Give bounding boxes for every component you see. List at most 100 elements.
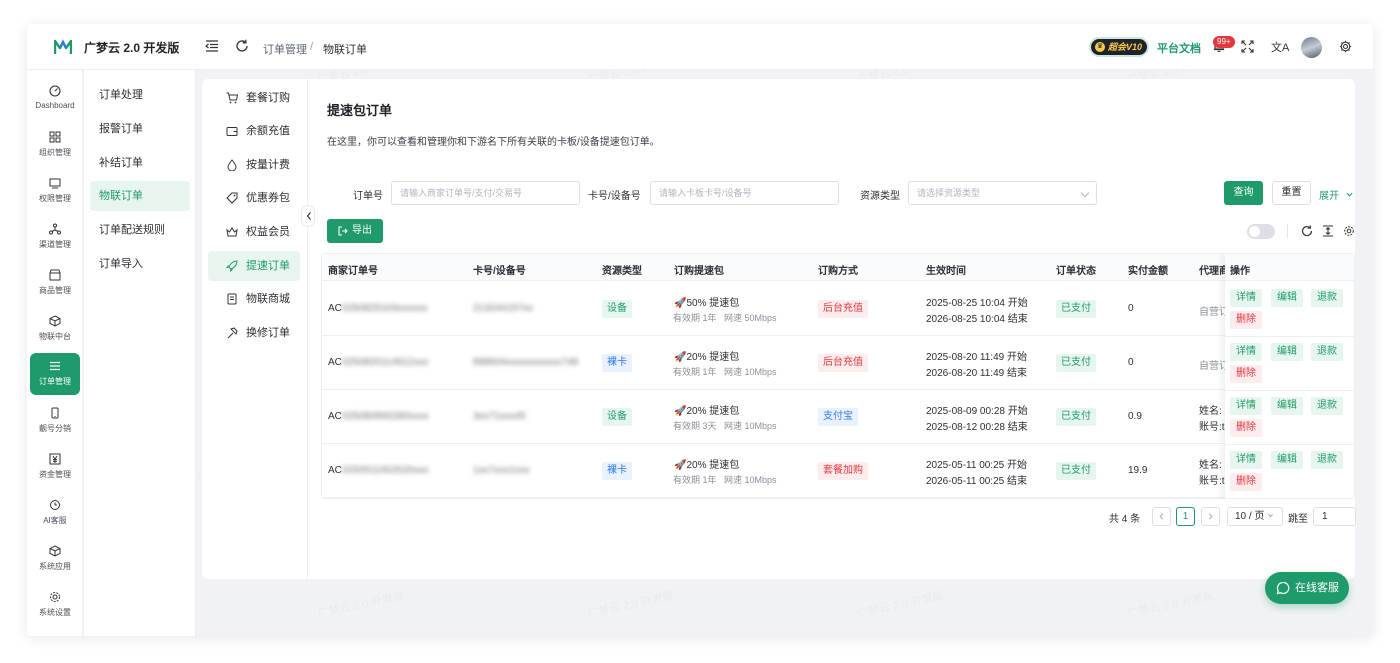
rocket-emoji-icon: 🚀	[674, 298, 687, 309]
export-button[interactable]: 导出	[327, 219, 383, 243]
next-page-button[interactable]	[1201, 507, 1220, 526]
column-header: 商家订单号	[328, 266, 378, 277]
order-no-input[interactable]: 请输入商家订单号/支付/交易号	[391, 181, 580, 205]
column-header: 资源类型	[602, 266, 642, 277]
submenu-item-order-processing[interactable]: 订单处理	[90, 80, 190, 110]
refund-button[interactable]: 退款	[1311, 343, 1343, 361]
rocket-emoji-icon: 🚀	[674, 352, 687, 363]
gear-icon[interactable]	[1339, 40, 1352, 53]
delete-button[interactable]: 删除	[1230, 473, 1262, 491]
agent-cell: 自营订单	[1199, 307, 1225, 318]
brand-logo-icon	[54, 39, 72, 54]
panel-item-coupon-pack[interactable]: 优惠券包	[208, 183, 300, 213]
vip-badge[interactable]: ♛ 超会V10	[1091, 39, 1147, 55]
column-header: 生效时间	[926, 266, 966, 277]
rail-item-organization[interactable]: 组织管理	[30, 124, 80, 166]
table-row[interactable]: AC0250820114912xxx 898604xxxxxxxxxxx748 …	[322, 336, 1354, 390]
refund-button[interactable]: 退款	[1311, 451, 1343, 469]
page-size-select[interactable]: 10 / 页	[1227, 507, 1283, 526]
detail-button[interactable]: 详情	[1230, 397, 1262, 415]
detail-button[interactable]: 详情	[1230, 451, 1262, 469]
rail-item-iot-platform[interactable]: 物联中台	[30, 308, 80, 350]
panel-item-package-order[interactable]: 套餐订购	[208, 83, 300, 113]
reset-button[interactable]: 重置	[1272, 181, 1311, 205]
order-method-tag: 套餐加购	[818, 462, 868, 480]
table-row[interactable]: AC0250825104xxxxxx 213244157xx 设备 🚀50% 提…	[322, 282, 1354, 336]
submenu-item-order-import[interactable]: 订单导入	[90, 249, 190, 279]
rail-item-channels[interactable]: 渠道管理	[30, 216, 80, 258]
card-no-label: 卡号/设备号	[588, 191, 641, 202]
panel-item-iot-mall[interactable]: 物联商城	[208, 284, 300, 314]
rail-item-order-management[interactable]: 订单管理	[30, 353, 80, 395]
list-icon	[50, 361, 60, 371]
table-row[interactable]: AC025080900280xxxx 3xx71xxx45 设备 🚀20% 提速…	[322, 390, 1354, 444]
edit-button[interactable]: 编辑	[1271, 289, 1303, 307]
row-divider	[1225, 390, 1354, 391]
panel-item-speed-orders[interactable]: 提速订单	[208, 251, 300, 281]
rail-item-products[interactable]: 商品管理	[30, 262, 80, 304]
resource-type-tag: 裸卡	[602, 354, 632, 372]
rail-item-funds[interactable]: 资金管理	[30, 446, 80, 488]
store-icon	[49, 269, 61, 281]
order-no-cell: AC0250825104xxxxxx	[328, 303, 428, 314]
rail-item-system-settings[interactable]: 系统设置	[30, 584, 80, 626]
cart-icon	[226, 92, 238, 104]
resource-type-select[interactable]: 请选择资源类型	[908, 181, 1097, 205]
panel-item-membership[interactable]: 权益会员	[208, 217, 300, 247]
column-height-icon[interactable]	[1322, 225, 1334, 237]
rail-item-system-apps[interactable]: 系统应用	[30, 538, 80, 580]
rail-item-permissions[interactable]: 权限管理	[30, 170, 80, 212]
panel-item-pay-per-use[interactable]: 按量计费	[208, 150, 300, 180]
expand-filters-link[interactable]: 展开	[1319, 187, 1354, 202]
edit-button[interactable]: 编辑	[1271, 397, 1303, 415]
effective-start-time: 2025-08-09 00:28 开始	[926, 406, 1028, 417]
platform-docs-link[interactable]: 平台文档	[1157, 40, 1201, 56]
refund-button[interactable]: 退款	[1311, 289, 1343, 307]
agent-account: 账号:test	[1199, 476, 1225, 487]
menu-fold-icon[interactable]	[205, 39, 219, 53]
rail-item-ai-service[interactable]: AI客服	[30, 492, 80, 534]
page-jump-input[interactable]: 1	[1313, 507, 1356, 526]
column-settings-icon[interactable]	[1343, 225, 1355, 237]
resource-type-tag: 设备	[602, 408, 632, 426]
panel-item-balance-recharge[interactable]: 余额充值	[208, 116, 300, 146]
submenu-item-settlement-orders[interactable]: 补结订单	[90, 148, 190, 178]
detail-button[interactable]: 详情	[1230, 343, 1262, 361]
edit-button[interactable]: 编辑	[1271, 451, 1303, 469]
delete-button[interactable]: 删除	[1230, 311, 1262, 329]
submenu-item-delivery-rules[interactable]: 订单配送规则	[90, 215, 190, 245]
table-header: 商家订单号 卡号/设备号 资源类型 订购提速包 订购方式 生效时间 订单状态 实…	[322, 254, 1354, 281]
edit-button[interactable]: 编辑	[1271, 343, 1303, 361]
panel-item-repair-orders[interactable]: 换修订单	[208, 318, 300, 348]
card-no-input[interactable]: 请输入卡板卡号/设备号	[650, 181, 839, 205]
panel-collapse-button[interactable]	[301, 205, 315, 227]
order-type-panel: 套餐订购 余额充值 按量计费 优惠券包 权益会员 提速订单 物联商城 换修订单	[202, 79, 315, 579]
table-row[interactable]: AC0250511002520xxx 1xx7xxx1xxx 裸卡 🚀20% 提…	[322, 444, 1354, 498]
breadcrumb-item-order-management[interactable]: 订单管理	[263, 41, 307, 57]
refund-button[interactable]: 退款	[1311, 397, 1343, 415]
chevron-down-icon	[1080, 188, 1090, 198]
rail-item-dashboard[interactable]: Dashboard	[30, 78, 80, 120]
export-label: 导出	[352, 225, 372, 236]
refresh-icon[interactable]	[235, 39, 249, 53]
order-status-tag: 已支付	[1056, 300, 1096, 318]
submenu-item-iot-orders[interactable]: 物联订单	[90, 181, 190, 211]
detail-button[interactable]: 详情	[1230, 289, 1262, 307]
delete-button[interactable]: 删除	[1230, 419, 1262, 437]
refresh-icon[interactable]	[1301, 225, 1313, 237]
delete-button[interactable]: 删除	[1230, 365, 1262, 383]
prev-page-button[interactable]	[1152, 507, 1171, 526]
query-button[interactable]: 查询	[1224, 181, 1263, 205]
view-toggle-switch[interactable]	[1247, 224, 1275, 239]
avatar[interactable]	[1301, 37, 1322, 58]
effective-end-time: 2026-08-25 10:04 结束	[926, 314, 1028, 325]
rail-item-number-distribution[interactable]: 靓号分销	[30, 400, 80, 442]
page-number-button[interactable]: 1	[1176, 507, 1195, 526]
fullscreen-icon[interactable]	[1241, 40, 1254, 53]
translate-icon[interactable]: 文A	[1271, 39, 1289, 55]
card-no-cell: 213244157xx	[473, 303, 534, 314]
box-icon	[49, 545, 61, 557]
online-support-button[interactable]: 在线客服	[1265, 572, 1349, 604]
submenu-item-alarm-orders[interactable]: 报警订单	[90, 114, 190, 144]
agent-name: 姓名: 鹏	[1199, 406, 1225, 417]
